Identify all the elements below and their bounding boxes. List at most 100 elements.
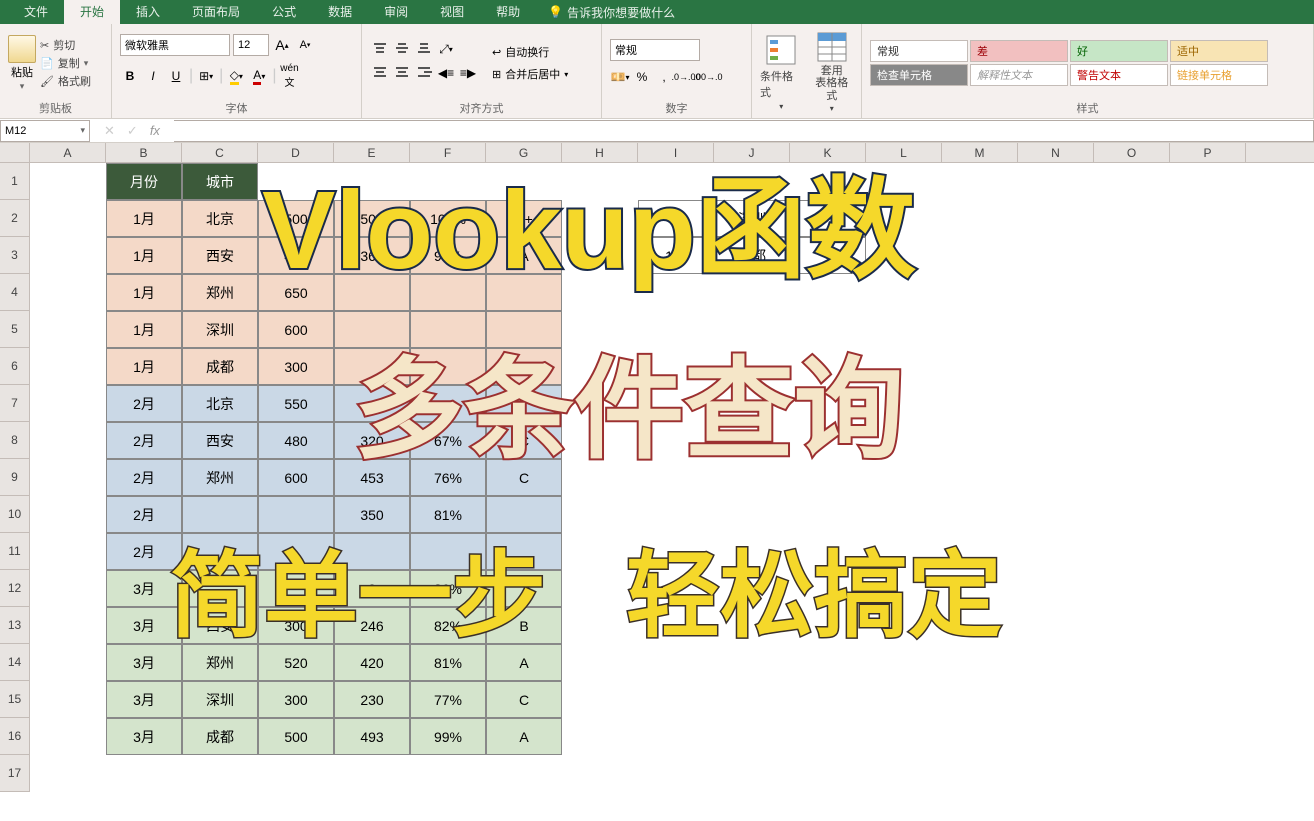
cell[interactable]	[258, 496, 334, 533]
cell[interactable]: 77%	[410, 681, 486, 718]
cell[interactable]: 1月	[106, 348, 182, 385]
cell[interactable]: 600	[258, 459, 334, 496]
cell[interactable]: 92%	[410, 237, 486, 274]
name-box[interactable]: M12▾	[0, 120, 90, 142]
merge-center-button[interactable]: ⊞合并后居中▾	[492, 66, 568, 82]
cell[interactable]: 郑州	[182, 644, 258, 681]
cell[interactable]: 深圳	[182, 681, 258, 718]
cell[interactable]: 西安	[182, 607, 258, 644]
cell[interactable]	[258, 570, 334, 607]
row-header[interactable]: 9	[0, 459, 30, 496]
style-cell[interactable]: 差	[970, 40, 1068, 62]
cell[interactable]: 101%	[410, 200, 486, 237]
cell[interactable]	[334, 348, 410, 385]
cell[interactable]: 3月	[106, 644, 182, 681]
cell[interactable]: 成都	[182, 718, 258, 755]
row-header[interactable]: 3	[0, 237, 30, 274]
cell[interactable]: 520	[258, 644, 334, 681]
cell[interactable]: 81%	[410, 644, 486, 681]
cell[interactable]: 86%	[410, 570, 486, 607]
phonetic-button[interactable]: wén文	[279, 66, 299, 86]
style-cell[interactable]: 链接单元格	[1170, 64, 1268, 86]
style-cell[interactable]: 适中	[1170, 40, 1268, 62]
column-header[interactable]: P	[1170, 143, 1246, 162]
increase-indent-button[interactable]: ≡▶	[458, 63, 478, 83]
cell[interactable]	[790, 237, 866, 274]
cell[interactable]: 350	[334, 496, 410, 533]
orientation-button[interactable]: ⤢▾	[436, 39, 456, 59]
cell[interactable]: 76%	[410, 459, 486, 496]
decrease-font-button[interactable]: A▾	[295, 35, 315, 55]
row-header[interactable]: 7	[0, 385, 30, 422]
cell[interactable]: 82%	[410, 607, 486, 644]
row-header[interactable]: 15	[0, 681, 30, 718]
cell[interactable]	[182, 570, 258, 607]
row-header[interactable]: 10	[0, 496, 30, 533]
row-header[interactable]: 13	[0, 607, 30, 644]
cell[interactable]: 郑州	[182, 274, 258, 311]
accounting-format-button[interactable]: 💴▾	[610, 67, 630, 87]
cell[interactable]: 1月	[106, 200, 182, 237]
column-header[interactable]: D	[258, 143, 334, 162]
menu-tab-开始[interactable]: 开始	[64, 0, 120, 24]
cell[interactable]	[486, 570, 562, 607]
cell[interactable]: A	[486, 237, 562, 274]
align-center-button[interactable]	[392, 63, 412, 81]
cell[interactable]: 2月	[106, 422, 182, 459]
row-header[interactable]: 5	[0, 311, 30, 348]
cell[interactable]: 北京	[182, 200, 258, 237]
column-header[interactable]: K	[790, 143, 866, 162]
menu-tab-数据[interactable]: 数据	[312, 0, 368, 24]
cell[interactable]: 3月	[106, 570, 182, 607]
cell[interactable]: 246	[334, 607, 410, 644]
font-color-button[interactable]: A▾	[249, 66, 269, 86]
column-header[interactable]: B	[106, 143, 182, 162]
cell[interactable]: C	[486, 422, 562, 459]
format-painter-button[interactable]: 🖌格式刷	[40, 73, 91, 89]
number-format-select[interactable]	[610, 39, 700, 61]
cell[interactable]	[410, 311, 486, 348]
style-cell[interactable]: 好	[1070, 40, 1168, 62]
cell[interactable]: 300	[258, 681, 334, 718]
bold-button[interactable]: B	[120, 66, 140, 86]
enter-icon[interactable]: ✓	[127, 123, 138, 139]
align-bottom-button[interactable]	[414, 39, 434, 57]
style-cell[interactable]: 警告文本	[1070, 64, 1168, 86]
menu-tab-审阅[interactable]: 审阅	[368, 0, 424, 24]
cell[interactable]: 99%	[410, 718, 486, 755]
cell[interactable]: 67%	[410, 422, 486, 459]
wrap-text-button[interactable]: ↩自动换行	[492, 44, 568, 60]
fill-color-button[interactable]: ◇▾	[226, 66, 246, 86]
cell[interactable]: 320	[334, 422, 410, 459]
align-right-button[interactable]	[414, 63, 434, 81]
row-header[interactable]: 1	[0, 163, 30, 200]
table-format-button[interactable]: 套用 表格格式 ▾	[811, 31, 854, 112]
menu-tab-帮助[interactable]: 帮助	[480, 0, 536, 24]
cell[interactable]: 3月	[106, 681, 182, 718]
cell[interactable]: 3月	[106, 718, 182, 755]
cell[interactable]: 2月	[106, 385, 182, 422]
column-header[interactable]: C	[182, 143, 258, 162]
style-cell[interactable]: 常规	[870, 40, 968, 62]
cell[interactable]: 2月	[106, 459, 182, 496]
percent-format-button[interactable]: %	[632, 67, 652, 87]
cell[interactable]: C	[486, 681, 562, 718]
cell[interactable]: 300	[258, 607, 334, 644]
align-middle-button[interactable]	[392, 39, 412, 57]
column-header[interactable]: J	[714, 143, 790, 162]
cell[interactable]	[182, 533, 258, 570]
cell[interactable]: 505	[334, 200, 410, 237]
column-header[interactable]: M	[942, 143, 1018, 162]
cell[interactable]: 453	[334, 459, 410, 496]
cell[interactable]: 西安	[182, 237, 258, 274]
row-header[interactable]: 16	[0, 718, 30, 755]
cell[interactable]: 367	[334, 237, 410, 274]
decrease-indent-button[interactable]: ◀≡	[436, 63, 456, 83]
cell[interactable]	[486, 533, 562, 570]
cell[interactable]: B	[486, 607, 562, 644]
row-header[interactable]: 4	[0, 274, 30, 311]
paste-button[interactable]: 粘贴 ▾	[8, 35, 36, 92]
cell[interactable]: 500	[258, 718, 334, 755]
underline-button[interactable]: U	[166, 66, 186, 86]
cell[interactable]	[486, 311, 562, 348]
